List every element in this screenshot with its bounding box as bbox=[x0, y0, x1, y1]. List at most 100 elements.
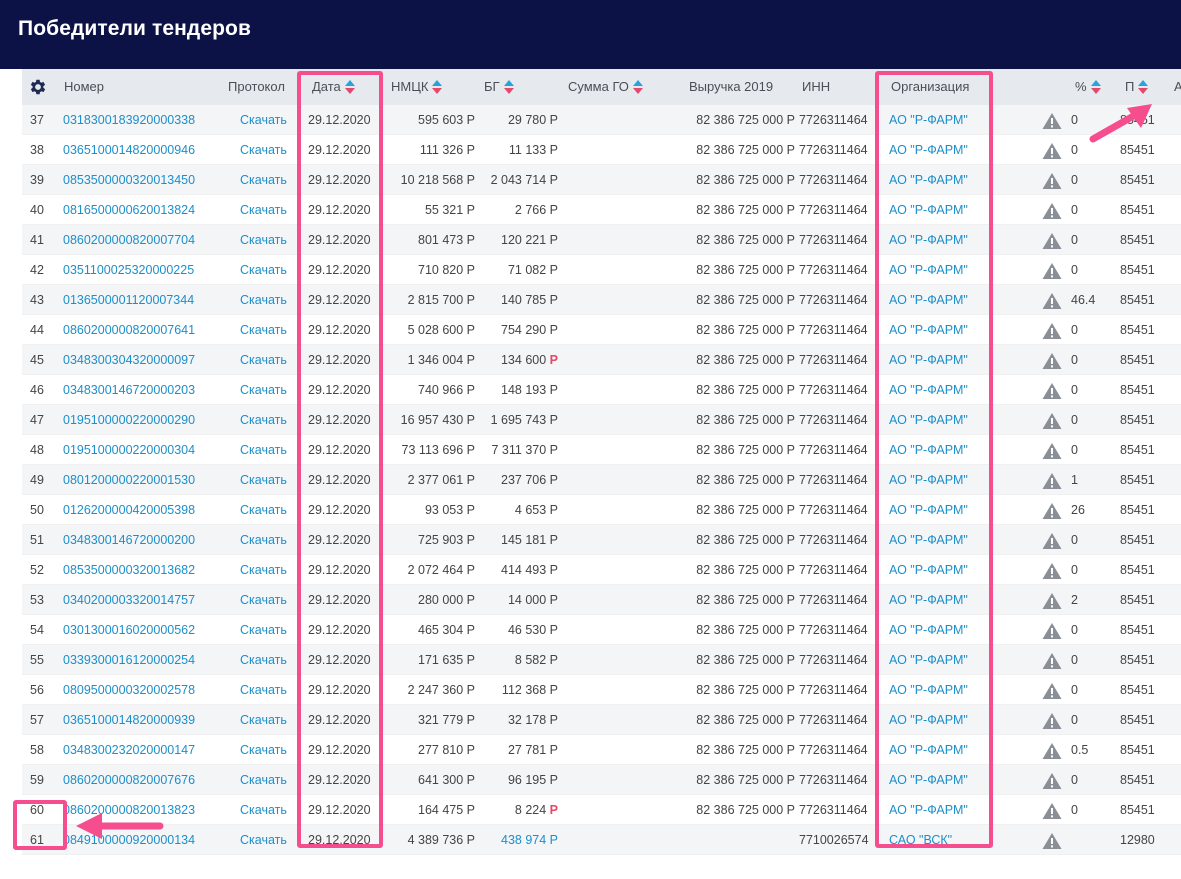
col-nmck[interactable]: НМЦК bbox=[391, 69, 443, 105]
protocol-download-link[interactable]: Скачать bbox=[240, 135, 287, 165]
protocol-download-link[interactable]: Скачать bbox=[240, 555, 287, 585]
protocol-download-link[interactable]: Скачать bbox=[240, 525, 287, 555]
warning-icon[interactable] bbox=[1042, 802, 1062, 820]
organization-link[interactable]: АО "Р-ФАРМ" bbox=[889, 795, 968, 825]
warning-icon[interactable] bbox=[1042, 502, 1062, 520]
organization-link[interactable]: АО "Р-ФАРМ" bbox=[889, 495, 968, 525]
organization-link[interactable]: АО "Р-ФАРМ" bbox=[889, 735, 968, 765]
organization-link[interactable]: АО "Р-ФАРМ" bbox=[889, 165, 968, 195]
tender-number-link[interactable]: 0860200000820007641 bbox=[63, 315, 195, 345]
organization-link[interactable]: АО "Р-ФАРМ" bbox=[889, 225, 968, 255]
organization-link[interactable]: АО "Р-ФАРМ" bbox=[889, 645, 968, 675]
protocol-download-link[interactable]: Скачать bbox=[240, 345, 287, 375]
organization-link[interactable]: АО "Р-ФАРМ" bbox=[889, 525, 968, 555]
organization-link[interactable]: АО "Р-ФАРМ" bbox=[889, 765, 968, 795]
col-org[interactable]: Организация bbox=[891, 69, 969, 105]
tender-number-link[interactable]: 0340200003320014757 bbox=[63, 585, 195, 615]
warning-icon[interactable] bbox=[1042, 142, 1062, 160]
sort-icon[interactable] bbox=[632, 79, 643, 94]
protocol-download-link[interactable]: Скачать bbox=[240, 375, 287, 405]
warning-icon[interactable] bbox=[1042, 712, 1062, 730]
col-extra[interactable]: А bbox=[1174, 69, 1181, 105]
organization-link[interactable]: АО "Р-ФАРМ" bbox=[889, 675, 968, 705]
protocol-download-link[interactable]: Скачать bbox=[240, 465, 287, 495]
tender-number-link[interactable]: 0860200000820007676 bbox=[63, 765, 195, 795]
warning-icon[interactable] bbox=[1042, 532, 1062, 550]
protocol-download-link[interactable]: Скачать bbox=[240, 825, 287, 855]
warning-icon[interactable] bbox=[1042, 592, 1062, 610]
tender-number-link[interactable]: 0348300146720000200 bbox=[63, 525, 195, 555]
protocol-download-link[interactable]: Скачать bbox=[240, 255, 287, 285]
tender-number-link[interactable]: 0351100025320000225 bbox=[63, 255, 194, 285]
organization-link[interactable]: АО "Р-ФАРМ" bbox=[889, 255, 968, 285]
protocol-download-link[interactable]: Скачать bbox=[240, 315, 287, 345]
tender-number-link[interactable]: 0853500000320013450 bbox=[63, 165, 195, 195]
sort-icon[interactable] bbox=[503, 79, 514, 94]
tender-number-link[interactable]: 0801200000220001530 bbox=[63, 465, 195, 495]
warning-icon[interactable] bbox=[1042, 232, 1062, 250]
protocol-download-link[interactable]: Скачать bbox=[240, 225, 287, 255]
protocol-download-link[interactable]: Скачать bbox=[240, 645, 287, 675]
warning-icon[interactable] bbox=[1042, 652, 1062, 670]
tender-number-link[interactable]: 0136500001120007344 bbox=[63, 285, 194, 315]
protocol-download-link[interactable]: Скачать bbox=[240, 795, 287, 825]
tender-number-link[interactable]: 0809500000320002578 bbox=[63, 675, 195, 705]
tender-number-link[interactable]: 0365100014820000946 bbox=[63, 135, 195, 165]
warning-icon[interactable] bbox=[1042, 832, 1062, 850]
tender-number-link[interactable]: 0195100000220000290 bbox=[63, 405, 195, 435]
tender-number-link[interactable]: 0195100000220000304 bbox=[63, 435, 195, 465]
tender-number-link[interactable]: 0301300016020000562 bbox=[63, 615, 195, 645]
organization-link[interactable]: АО "Р-ФАРМ" bbox=[889, 375, 968, 405]
col-inn[interactable]: ИНН bbox=[802, 69, 830, 105]
protocol-download-link[interactable]: Скачать bbox=[240, 705, 287, 735]
organization-link[interactable]: АО "Р-ФАРМ" bbox=[889, 435, 968, 465]
protocol-download-link[interactable]: Скачать bbox=[240, 195, 287, 225]
protocol-download-link[interactable]: Скачать bbox=[240, 765, 287, 795]
sort-icon[interactable] bbox=[1090, 79, 1101, 94]
protocol-download-link[interactable]: Скачать bbox=[240, 285, 287, 315]
tender-number-link[interactable]: 0339300016120000254 bbox=[63, 645, 195, 675]
col-go-sum[interactable]: Сумма ГО bbox=[568, 69, 643, 105]
protocol-download-link[interactable]: Скачать bbox=[240, 675, 287, 705]
tender-number-link[interactable]: 0348300146720000203 bbox=[63, 375, 195, 405]
organization-link[interactable]: АО "Р-ФАРМ" bbox=[889, 105, 968, 135]
tender-number-link[interactable]: 0853500000320013682 bbox=[63, 555, 195, 585]
protocol-download-link[interactable]: Скачать bbox=[240, 435, 287, 465]
tender-number-link[interactable]: 0318300183920000338 bbox=[63, 105, 195, 135]
tender-number-link[interactable]: 0365100014820000939 bbox=[63, 705, 195, 735]
warning-icon[interactable] bbox=[1042, 112, 1062, 130]
bg-cell[interactable]: 438 974 Р bbox=[482, 825, 558, 855]
warning-icon[interactable] bbox=[1042, 562, 1062, 580]
sort-icon[interactable] bbox=[344, 79, 355, 94]
warning-icon[interactable] bbox=[1042, 262, 1062, 280]
organization-link[interactable]: АО "Р-ФАРМ" bbox=[889, 555, 968, 585]
organization-link[interactable]: АО "Р-ФАРМ" bbox=[889, 585, 968, 615]
protocol-download-link[interactable]: Скачать bbox=[240, 735, 287, 765]
organization-link[interactable]: АО "Р-ФАРМ" bbox=[889, 195, 968, 225]
tender-number-link[interactable]: 0348300232020000147 bbox=[63, 735, 195, 765]
warning-icon[interactable] bbox=[1042, 622, 1062, 640]
protocol-download-link[interactable]: Скачать bbox=[240, 105, 287, 135]
organization-link[interactable]: АО "Р-ФАРМ" bbox=[889, 135, 968, 165]
warning-icon[interactable] bbox=[1042, 442, 1062, 460]
warning-icon[interactable] bbox=[1042, 292, 1062, 310]
sort-icon[interactable] bbox=[1138, 79, 1149, 94]
col-revenue[interactable]: Выручка 2019 bbox=[689, 69, 773, 105]
gear-icon[interactable] bbox=[28, 77, 48, 97]
organization-link[interactable]: АО "Р-ФАРМ" bbox=[889, 465, 968, 495]
protocol-download-link[interactable]: Скачать bbox=[240, 405, 287, 435]
col-number[interactable]: Номер bbox=[64, 69, 104, 105]
protocol-download-link[interactable]: Скачать bbox=[240, 495, 287, 525]
warning-icon[interactable] bbox=[1042, 472, 1062, 490]
warning-icon[interactable] bbox=[1042, 412, 1062, 430]
protocol-download-link[interactable]: Скачать bbox=[240, 615, 287, 645]
organization-link[interactable]: АО "Р-ФАРМ" bbox=[889, 405, 968, 435]
col-protocol[interactable]: Протокол bbox=[228, 69, 285, 105]
organization-link[interactable]: АО "Р-ФАРМ" bbox=[889, 345, 968, 375]
organization-link[interactable]: АО "Р-ФАРМ" bbox=[889, 705, 968, 735]
warning-icon[interactable] bbox=[1042, 742, 1062, 760]
organization-link[interactable]: САО "ВСК" bbox=[889, 825, 952, 855]
tender-number-link[interactable]: 0348300304320000097 bbox=[63, 345, 195, 375]
tender-number-link[interactable]: 0816500000620013824 bbox=[63, 195, 195, 225]
warning-icon[interactable] bbox=[1042, 352, 1062, 370]
